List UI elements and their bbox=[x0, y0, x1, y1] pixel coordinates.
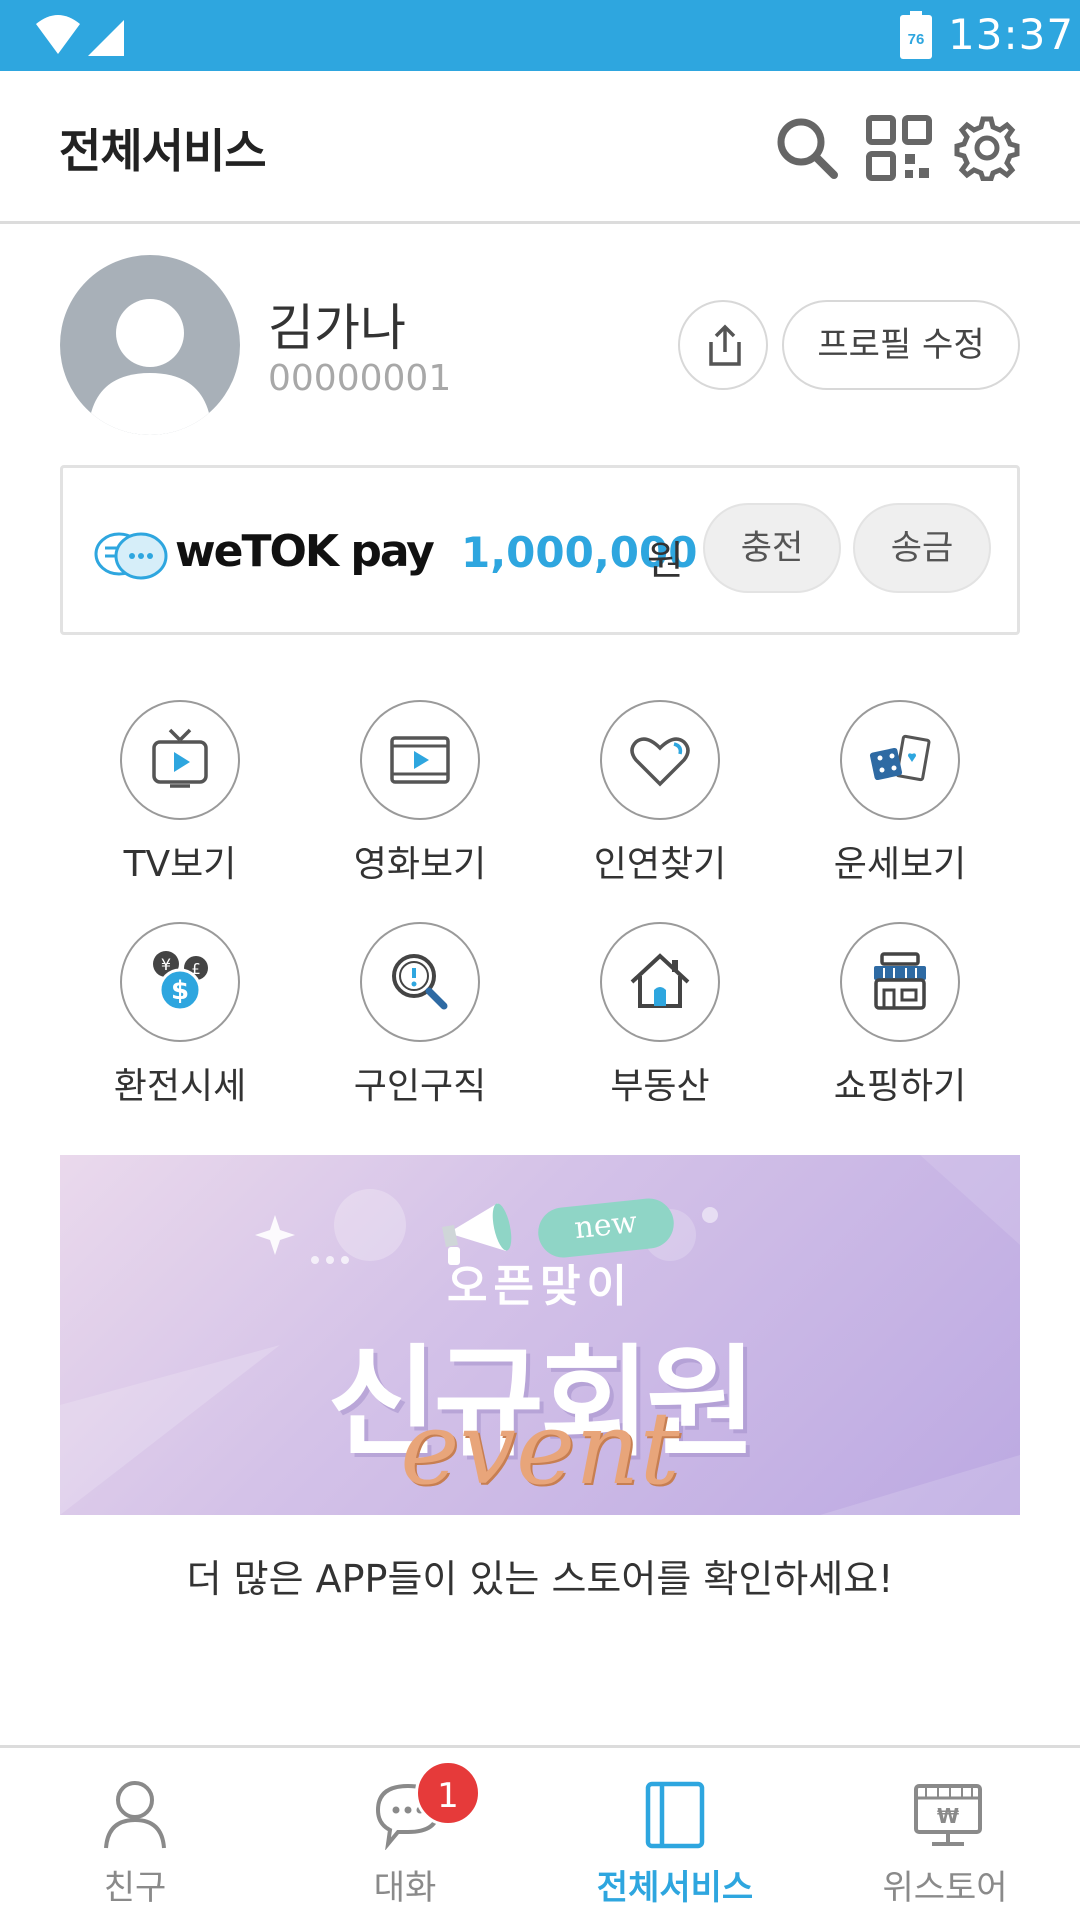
service-shopping-label: 쇼핑하기 bbox=[833, 1066, 967, 1107]
dice-cards-icon bbox=[869, 734, 931, 782]
shop-icon bbox=[874, 952, 926, 1010]
nav-all-services[interactable]: 전체서비스 bbox=[540, 1748, 810, 1920]
wetok-pay-card: weTOK pay 1,000,000 원 충전 송금 bbox=[60, 465, 1020, 635]
service-movie-label: 영화보기 bbox=[353, 844, 487, 885]
status-bar: 76 13:37 bbox=[0, 0, 1080, 71]
event-banner[interactable]: new 오픈맞이 신규회원 event bbox=[60, 1155, 1020, 1515]
qr-code-icon[interactable] bbox=[866, 115, 932, 181]
person-icon bbox=[104, 1781, 166, 1849]
service-fortune-label: 운세보기 bbox=[833, 844, 967, 885]
share-icon bbox=[709, 324, 741, 366]
default-avatar-icon bbox=[88, 299, 212, 435]
nav-chat[interactable]: 대화 bbox=[270, 1748, 540, 1920]
page-title: 전체서비스 bbox=[59, 124, 267, 178]
store-link-text[interactable]: 더 많은 APP들이 있는 스토어를 확인하세요! bbox=[0, 1548, 1080, 1603]
service-jobs[interactable]: 구인구직 bbox=[320, 922, 520, 1122]
service-realestate[interactable]: 부동산 bbox=[560, 922, 760, 1122]
edit-profile-button[interactable]: 프로필 수정 bbox=[782, 300, 1020, 390]
service-realestate-label: 부동산 bbox=[610, 1066, 710, 1107]
tv-icon bbox=[152, 728, 208, 788]
heart-icon bbox=[630, 737, 690, 787]
currency-icon: ¥ £ $ bbox=[153, 951, 208, 1012]
service-realestate-circle bbox=[600, 922, 720, 1042]
pay-brand-logo: weTOK pay bbox=[175, 526, 435, 577]
chat-bubbles-icon bbox=[94, 532, 168, 580]
service-fortune-circle bbox=[840, 700, 960, 820]
all-services-icon bbox=[645, 1781, 705, 1849]
service-dating-label: 인연찾기 bbox=[593, 844, 727, 885]
service-exchange-label: 환전시세 bbox=[113, 1066, 247, 1107]
service-jobs-label: 구인구직 bbox=[353, 1066, 487, 1107]
profile-id: 00000001 bbox=[268, 358, 452, 399]
service-tv[interactable]: TV보기 bbox=[80, 700, 280, 900]
service-tv-circle bbox=[120, 700, 240, 820]
nav-friends-label: 친구 bbox=[103, 1868, 167, 1908]
bottom-navigation: 친구 대화 1 전체서비스 ₩ 위스토어 bbox=[0, 1745, 1080, 1920]
service-dating[interactable]: 인연찾기 bbox=[560, 700, 760, 900]
battery-level: 76 bbox=[908, 31, 925, 48]
service-jobs-circle bbox=[360, 922, 480, 1042]
nav-chat-label: 대화 bbox=[373, 1868, 437, 1908]
svg-text:¥: ¥ bbox=[161, 955, 171, 974]
job-search-icon bbox=[392, 954, 448, 1010]
app-header: 전체서비스 bbox=[0, 71, 1080, 224]
nav-friends[interactable]: 친구 bbox=[0, 1748, 270, 1920]
pay-currency-unit: 원 bbox=[647, 538, 684, 584]
profile-name: 김가나 bbox=[268, 299, 406, 357]
service-shopping[interactable]: 쇼핑하기 bbox=[800, 922, 1000, 1122]
service-movie[interactable]: 영화보기 bbox=[320, 700, 520, 900]
service-dating-circle bbox=[600, 700, 720, 820]
nav-store-label: 위스토어 bbox=[882, 1868, 1008, 1908]
service-exchange-circle: ¥ £ $ bbox=[120, 922, 240, 1042]
signal-icon bbox=[88, 20, 124, 56]
movie-icon bbox=[390, 736, 450, 784]
chat-unread-badge: 1 bbox=[415, 1760, 481, 1826]
send-button[interactable]: 송금 bbox=[853, 503, 991, 593]
status-time: 13:37 bbox=[948, 10, 1075, 59]
banner-event-text: event bbox=[400, 1390, 680, 1507]
service-movie-circle bbox=[360, 700, 480, 820]
store-icon: ₩ bbox=[914, 1784, 982, 1846]
charge-button[interactable]: 충전 bbox=[703, 503, 841, 593]
service-shopping-circle bbox=[840, 922, 960, 1042]
service-exchange[interactable]: ¥ £ $ 환전시세 bbox=[80, 922, 280, 1122]
settings-gear-icon[interactable] bbox=[954, 115, 1020, 181]
nav-all-services-label: 전체서비스 bbox=[596, 1868, 754, 1908]
service-fortune[interactable]: 운세보기 bbox=[800, 700, 1000, 900]
service-tv-label: TV보기 bbox=[123, 844, 237, 885]
nav-store[interactable]: ₩ 위스토어 bbox=[810, 1748, 1080, 1920]
wifi-icon bbox=[36, 15, 80, 54]
share-profile-button[interactable] bbox=[678, 300, 768, 390]
battery-icon: 76 bbox=[900, 11, 932, 59]
svg-text:₩: ₩ bbox=[937, 1804, 959, 1828]
house-icon bbox=[630, 953, 690, 1008]
search-icon[interactable] bbox=[774, 115, 840, 181]
avatar[interactable] bbox=[60, 255, 240, 435]
svg-text:$: $ bbox=[171, 976, 189, 1006]
